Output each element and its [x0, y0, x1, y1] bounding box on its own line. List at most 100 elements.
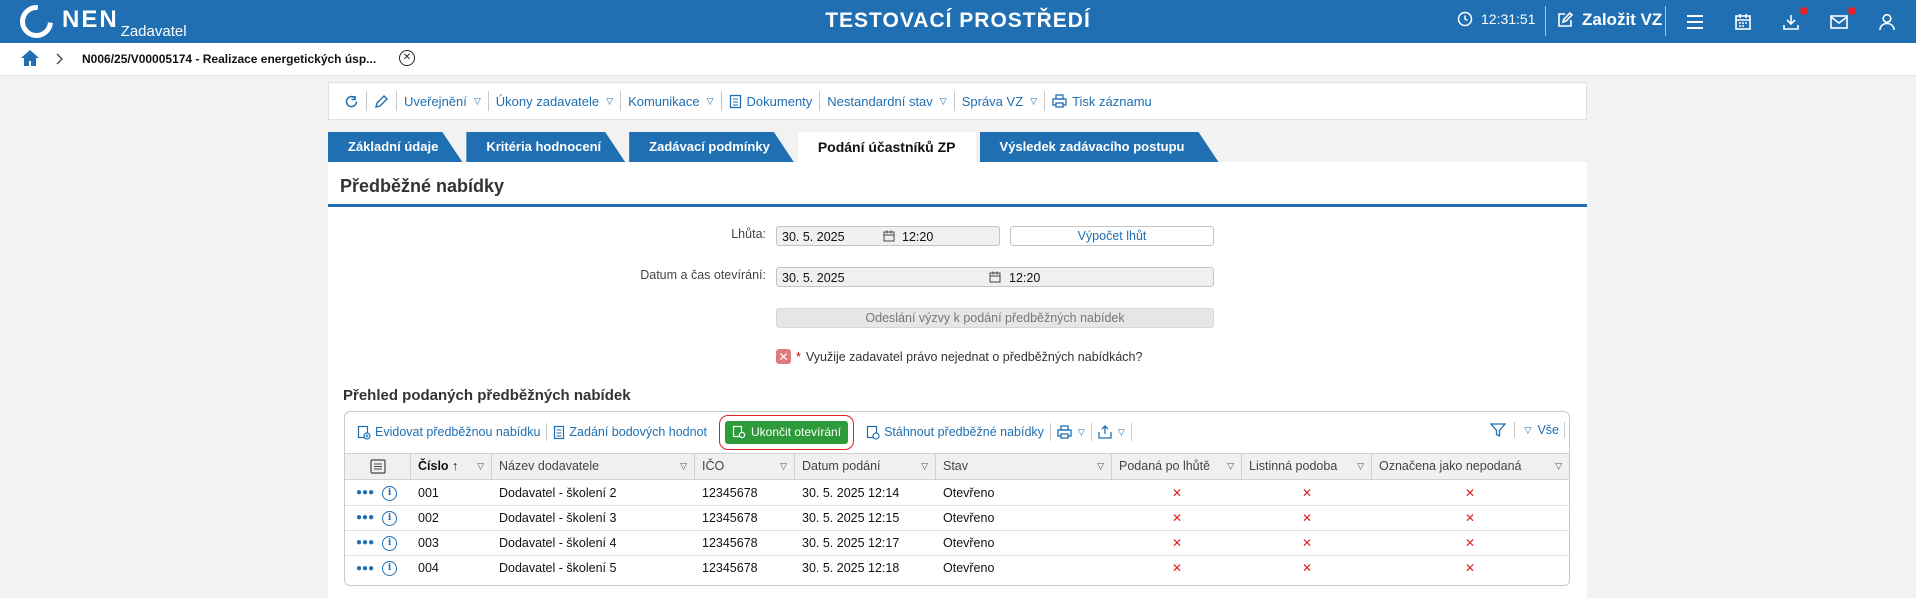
cell-stav: Otevřeno: [943, 536, 995, 550]
tab-tender-conditions[interactable]: Zadávací podmínky: [629, 132, 794, 162]
dropdown-triangle-icon: ▽: [706, 95, 714, 106]
opening-datetime-field[interactable]: 30. 5. 2025 12:20: [776, 267, 1214, 287]
download-offers-button[interactable]: Stáhnout předběžné nabídky: [860, 423, 1051, 441]
edit-button[interactable]: [367, 91, 397, 111]
cell-datum: 30. 5. 2025 12:15: [802, 511, 900, 525]
cell-po-lhute: ✕: [1172, 511, 1183, 525]
table-row[interactable]: ●●● i 003 Dodavatel - školení 4 12345678…: [345, 531, 1569, 556]
column-filter-icon[interactable]: ▽: [780, 454, 787, 479]
breadcrumb-current[interactable]: N006/25/V00005174 - Realizace energetick…: [82, 52, 376, 66]
print-menu-button[interactable]: ▽: [1051, 423, 1092, 441]
column-filter-icon[interactable]: ▽: [1227, 454, 1234, 479]
nen-logo[interactable]: NEN Zadavatel: [13, 0, 187, 45]
column-header-ico[interactable]: IČO ▽: [695, 454, 795, 479]
column-header-cislo[interactable]: Číslo ↑ ▽: [411, 454, 492, 479]
enter-points-label: Zadání bodových hodnot: [569, 425, 708, 439]
row-actions: ●●● i: [345, 556, 411, 581]
contracting-authority-acts-menu[interactable]: Úkony zadavatele ▽: [489, 91, 622, 111]
page-title: Předběžné nabídky: [340, 176, 505, 196]
cell-nepodana: ✕: [1465, 511, 1476, 525]
column-filter-icon[interactable]: ▽: [1097, 454, 1104, 479]
info-icon[interactable]: i: [382, 510, 398, 526]
publication-menu[interactable]: Uveřejnění ▽: [397, 91, 489, 111]
more-options-icon[interactable]: ●●●: [356, 563, 374, 574]
column-header-datum[interactable]: Datum podání ▽: [795, 454, 936, 479]
vz-management-menu[interactable]: Správa VZ ▽: [955, 91, 1046, 111]
view-selector-all[interactable]: Vše: [1537, 423, 1559, 437]
filter-icon[interactable]: [1489, 422, 1506, 438]
column-filter-icon[interactable]: ▽: [477, 454, 484, 479]
section-title: Přehled podaných předběžných nabídek: [343, 387, 631, 404]
record-offer-button[interactable]: Evidovat předběžnou nabídku: [351, 423, 548, 441]
cell-ico: 12345678: [702, 511, 758, 525]
info-icon[interactable]: i: [382, 561, 398, 576]
sort-ascending-icon: ↑: [452, 459, 459, 473]
top-bar: NEN Zadavatel TESTOVACÍ PROSTŘEDÍ 12:31:…: [0, 0, 1916, 45]
column-header-listinna[interactable]: Listinná podoba ▽: [1242, 454, 1372, 479]
calculate-deadlines-button[interactable]: Výpočet lhůt: [1010, 226, 1214, 246]
communication-menu[interactable]: Komunikace ▽: [621, 91, 722, 111]
cell-stav: Otevřeno: [943, 561, 995, 575]
home-button[interactable]: [20, 49, 40, 70]
user-profile-button[interactable]: [1876, 11, 1898, 33]
tab-procedure-result[interactable]: Výsledek zadávacího postupu: [980, 132, 1219, 162]
column-header-nazev[interactable]: Název dodavatele ▽: [492, 454, 695, 479]
contracting-authority-acts-label: Úkony zadavatele: [495, 93, 600, 109]
opening-time: 12:20: [1009, 271, 1041, 285]
cell-ico: 12345678: [702, 486, 758, 500]
nonstandard-state-menu[interactable]: Nestandardní stav ▽: [820, 91, 955, 111]
send-invitation-button[interactable]: Odeslání výzvy k podání předběžných nabí…: [776, 308, 1214, 328]
cell-nazev: Dodavatel - školení 5: [499, 561, 617, 575]
tab-evaluation-criteria[interactable]: Kritéria hodnocení: [466, 132, 625, 162]
refresh-button[interactable]: [337, 91, 367, 111]
tab-basic-data[interactable]: Základní údaje: [328, 132, 462, 162]
tab-participant-submissions[interactable]: Podání účastníků ZP: [797, 132, 976, 162]
table-row[interactable]: ●●● i 001 Dodavatel - školení 2 12345678…: [345, 481, 1569, 506]
clock-icon: [1457, 11, 1473, 27]
finish-opening-button[interactable]: Ukončit otevírání: [719, 414, 855, 450]
column-filter-icon[interactable]: ▽: [680, 454, 687, 479]
info-icon[interactable]: i: [382, 485, 398, 501]
documents-button[interactable]: Dokumenty: [722, 91, 821, 111]
downloads-button[interactable]: [1780, 7, 1808, 33]
more-options-icon[interactable]: ●●●: [356, 513, 374, 523]
more-options-icon[interactable]: ●●●: [356, 538, 374, 548]
table-row[interactable]: ●●● i 004 Dodavatel - školení 5 12345678…: [345, 556, 1569, 581]
messages-button[interactable]: [1828, 7, 1856, 33]
create-vz-button[interactable]: Založit VZ: [1556, 10, 1662, 30]
column-settings-button[interactable]: [345, 454, 411, 479]
column-header-stav[interactable]: Stav ▽: [936, 454, 1112, 479]
print-record-button[interactable]: Tisk záznamu: [1045, 91, 1159, 111]
logo-subtitle: Zadavatel: [120, 23, 187, 40]
dropdown-triangle-icon: ▽: [939, 95, 947, 106]
deadline-field[interactable]: 30. 5. 2025 12:20: [776, 226, 1000, 246]
cell-cislo: 002: [418, 511, 439, 525]
close-breadcrumb-button[interactable]: ✕: [399, 50, 415, 66]
grid-header: Číslo ↑ ▽ Název dodavatele ▽ IČO ▽ Datum po…: [345, 453, 1569, 480]
action-toolbar: Uveřejnění ▽ Úkony zadavatele ▽ Komunikace…: [328, 82, 1587, 120]
info-icon[interactable]: i: [382, 535, 398, 551]
document-icon: [554, 425, 565, 439]
opening-datetime-label: Datum a čas otevírání:: [640, 268, 766, 282]
menu-icon: [1687, 15, 1703, 29]
finish-opening-label: Ukončit otevírání: [751, 425, 842, 439]
column-header-nepodana[interactable]: Označena jako nepodaná ▽: [1372, 454, 1569, 479]
enter-points-button[interactable]: Zadání bodových hodnot: [547, 423, 713, 441]
cell-ico: 12345678: [702, 561, 758, 575]
cell-po-lhute: ✕: [1172, 486, 1183, 500]
dropdown-triangle-icon: ▽: [1524, 424, 1532, 435]
dropdown-triangle-icon: ▽: [1030, 95, 1038, 106]
calendar-button[interactable]: [1732, 11, 1754, 33]
more-options-icon[interactable]: ●●●: [356, 488, 374, 498]
column-filter-icon[interactable]: ▽: [1357, 454, 1364, 479]
column-header-po-lhute[interactable]: Podaná po lhůtě ▽: [1112, 454, 1242, 479]
dropdown-triangle-icon: ▽: [606, 95, 614, 106]
column-filter-icon[interactable]: ▽: [921, 454, 928, 479]
main-menu-button[interactable]: [1684, 11, 1706, 33]
column-filter-icon[interactable]: ▽: [1555, 454, 1562, 479]
communication-menu-label: Komunikace: [628, 93, 700, 109]
table-row[interactable]: ●●● i 002 Dodavatel - školení 3 12345678…: [345, 506, 1569, 531]
export-menu-button[interactable]: ▽: [1092, 423, 1132, 441]
negotiation-waiver-row: ✕ * Využije zadavatel právo nejednat o p…: [776, 349, 1142, 364]
negotiation-waiver-checkbox[interactable]: ✕: [776, 349, 791, 364]
